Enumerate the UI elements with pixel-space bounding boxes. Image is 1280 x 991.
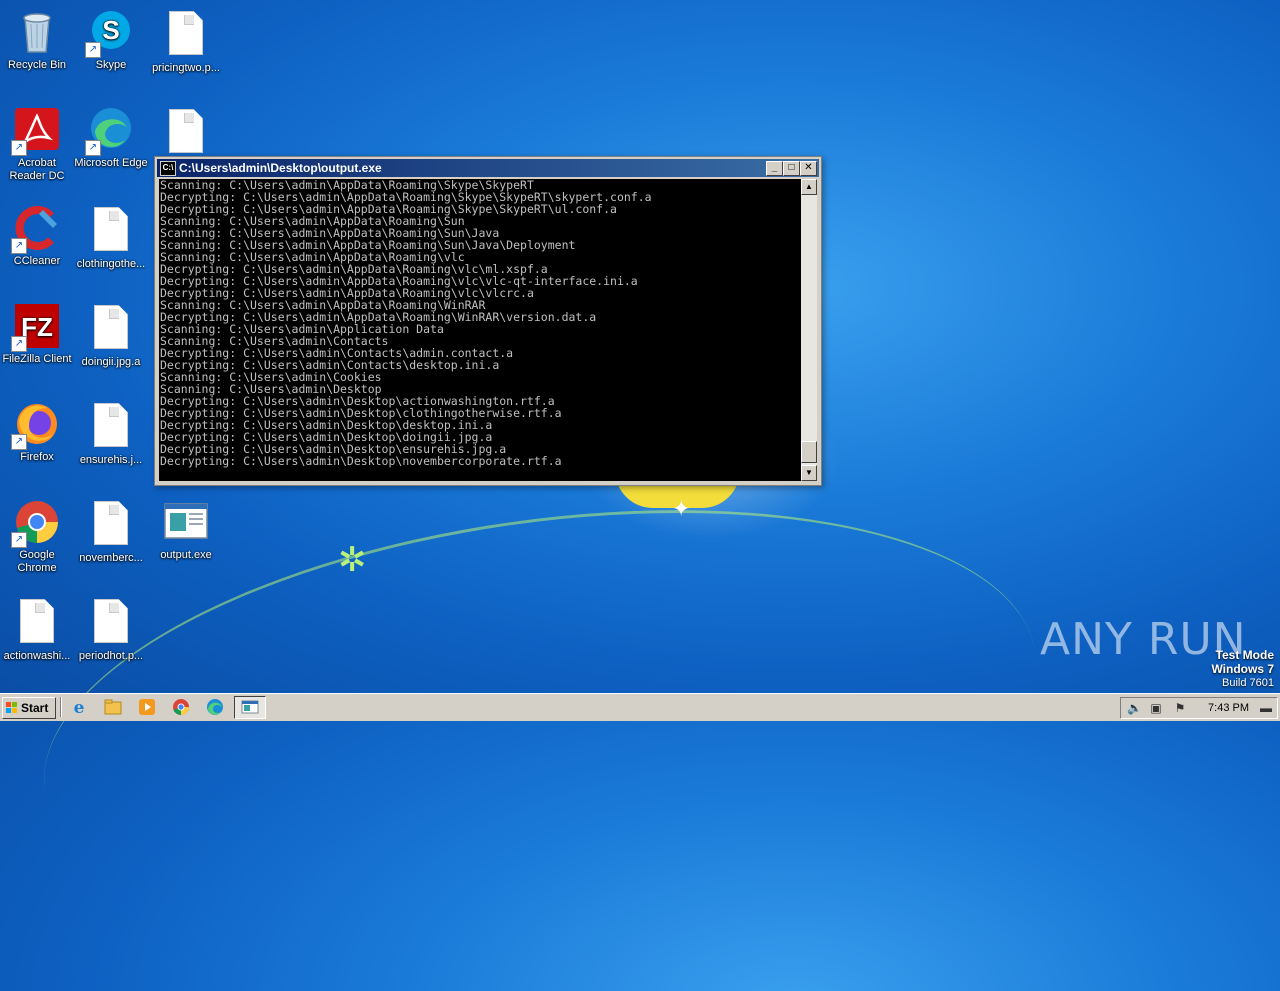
shortcut-arrow-icon: ↗: [11, 140, 27, 156]
shortcut-arrow-icon: ↗: [85, 140, 101, 156]
desktop-icon-label: Google Chrome: [17, 549, 57, 574]
console-line: Decrypting: C:\Users\admin\Desktop\novem…: [160, 454, 562, 468]
windows-version-label: Windows 7: [1211, 662, 1274, 676]
desktop-icon-label: Microsoft Edge: [74, 157, 148, 169]
console-app-icon: C:\: [160, 161, 176, 176]
desktop-icon-label: Skype: [95, 59, 127, 71]
desktop-icon-edge[interactable]: ↗ Microsoft Edge: [74, 106, 148, 170]
test-mode-label: Test Mode: [1215, 648, 1274, 662]
chrome-icon: ↗: [11, 498, 61, 548]
desktop-icon-recycle-bin[interactable]: Recycle Bin: [0, 8, 74, 72]
skype-icon: S ↗: [85, 8, 135, 58]
close-button[interactable]: ✕: [800, 161, 817, 176]
maximize-button[interactable]: □: [783, 161, 800, 176]
desktop-icon-firefox[interactable]: ↗ Firefox: [0, 400, 74, 464]
shortcut-arrow-icon: ↗: [85, 42, 101, 58]
build-label: Build 7601: [1222, 677, 1274, 689]
desktop-icon-output-exe[interactable]: output.exe: [149, 498, 223, 562]
desktop-icon-file-pricingtwo[interactable]: pricingtwo.p...: [149, 8, 223, 75]
start-button[interactable]: Start: [2, 697, 56, 719]
desktop-icon-file-doingii[interactable]: doingii.jpg.a: [74, 302, 148, 369]
system-tray: 🔈 ▣ ⚑ 7:43 PM ▬: [1120, 697, 1278, 719]
internet-explorer-icon[interactable]: e: [68, 697, 90, 718]
desktop-icon-file-actionwashington[interactable]: actionwashi...: [0, 596, 74, 663]
test-mode-notice: Test Mode Windows 7 Build 7601: [1211, 648, 1274, 690]
desktop-icon-label: Recycle Bin: [7, 59, 67, 71]
desktop-icon-label: CCleaner: [13, 255, 61, 267]
wallpaper-sparkle: ✦: [672, 496, 691, 521]
desktop-icon-label: periodhot.p...: [78, 650, 144, 662]
desktop-icon-label: pricingtwo.p...: [152, 62, 220, 74]
shortcut-arrow-icon: ↗: [11, 434, 27, 450]
explorer-icon[interactable]: [102, 697, 124, 717]
document-file-icon: [87, 207, 135, 255]
volume-icon[interactable]: 🔈: [1127, 701, 1142, 715]
edge-icon[interactable]: [204, 697, 226, 717]
desktop-icon-label: output.exe: [160, 549, 212, 561]
desktop-icon-file-clothingotherwise[interactable]: clothingothe...: [74, 204, 148, 271]
console-titlebar[interactable]: C:\ C:\Users\admin\Desktop\output.exe _ …: [157, 159, 819, 177]
desktop-icon-file-periodhot[interactable]: periodhot.p...: [74, 596, 148, 663]
desktop-icon-label: Acrobat Reader DC: [9, 157, 65, 182]
taskbar: Start e 🔈 ▣ ⚑ 7:43 PM ▬: [0, 693, 1280, 721]
document-file-icon: [87, 599, 135, 647]
recycle-bin-icon: [13, 8, 61, 56]
shortcut-arrow-icon: ↗: [11, 532, 27, 548]
console-scrollbar[interactable]: ▲ ▼: [801, 179, 817, 481]
wallpaper-leaf: ✲: [338, 541, 367, 579]
console-window[interactable]: C:\ C:\Users\admin\Desktop\output.exe _ …: [154, 156, 822, 486]
desktop-icon-skype[interactable]: S ↗ Skype: [74, 8, 148, 72]
desktop-icon-label: clothingothe...: [76, 258, 146, 270]
chrome-icon[interactable]: [170, 697, 192, 717]
desktop-icon-label: ensurehis.j...: [79, 454, 143, 466]
network-icon[interactable]: ▣: [1149, 701, 1163, 715]
desktop-icon-file-novembercorporate[interactable]: novemberc...: [74, 498, 148, 565]
ccleaner-icon: ↗: [11, 204, 61, 254]
document-file-icon: [87, 501, 135, 549]
minimize-button[interactable]: _: [766, 161, 783, 176]
document-file-icon: [87, 403, 135, 451]
action-center-flag-icon[interactable]: ⚑: [1173, 701, 1187, 715]
svg-text:e: e: [74, 698, 85, 717]
desktop-icon-ccleaner[interactable]: ↗ CCleaner: [0, 204, 74, 268]
executable-icon: [162, 498, 210, 546]
filezilla-icon: FZ ↗: [11, 302, 61, 352]
desktop-icon-file-ensurehis[interactable]: ensurehis.j...: [74, 400, 148, 467]
desktop-icon-label: doingii.jpg.a: [81, 356, 141, 368]
edge-icon: ↗: [85, 106, 135, 156]
desktop-icon-file-hidden[interactable]: [149, 106, 223, 160]
desktop-icon-chrome[interactable]: ↗ Google Chrome: [0, 498, 74, 575]
document-file-icon: [162, 109, 210, 157]
document-file-icon: [162, 11, 210, 59]
clock[interactable]: 7:43 PM: [1208, 698, 1249, 718]
desktop-icon-filezilla[interactable]: FZ ↗ FileZilla Client: [0, 302, 74, 366]
firefox-icon: ↗: [11, 400, 61, 450]
document-file-icon: [13, 599, 61, 647]
taskbar-separator: [60, 697, 62, 717]
scroll-thumb[interactable]: [801, 441, 817, 463]
taskbar-console-button[interactable]: [234, 696, 266, 719]
console-output: Scanning: C:\Users\admin\AppData\Roaming…: [159, 179, 801, 481]
windows-logo-icon: [6, 702, 18, 714]
desktop-icon-label: FileZilla Client: [2, 353, 72, 365]
shortcut-arrow-icon: ↗: [11, 336, 27, 352]
desktop-icon-acrobat[interactable]: ↗ Acrobat Reader DC: [0, 106, 74, 183]
desktop-icon-label: actionwashi...: [3, 650, 71, 662]
console-title: C:\Users\admin\Desktop\output.exe: [179, 161, 382, 175]
media-player-icon[interactable]: [136, 697, 158, 717]
scroll-up-button[interactable]: ▲: [801, 179, 817, 195]
start-label: Start: [21, 701, 49, 715]
acrobat-icon: ↗: [11, 106, 61, 156]
desktop-icon-label: novemberc...: [79, 552, 143, 564]
document-file-icon: [87, 305, 135, 353]
show-desktop-icon[interactable]: ▬: [1259, 701, 1273, 715]
svg-text:S: S: [102, 15, 119, 45]
scroll-down-button[interactable]: ▼: [801, 465, 817, 481]
desktop-icon-label: Firefox: [20, 451, 54, 463]
shortcut-arrow-icon: ↗: [11, 238, 27, 254]
